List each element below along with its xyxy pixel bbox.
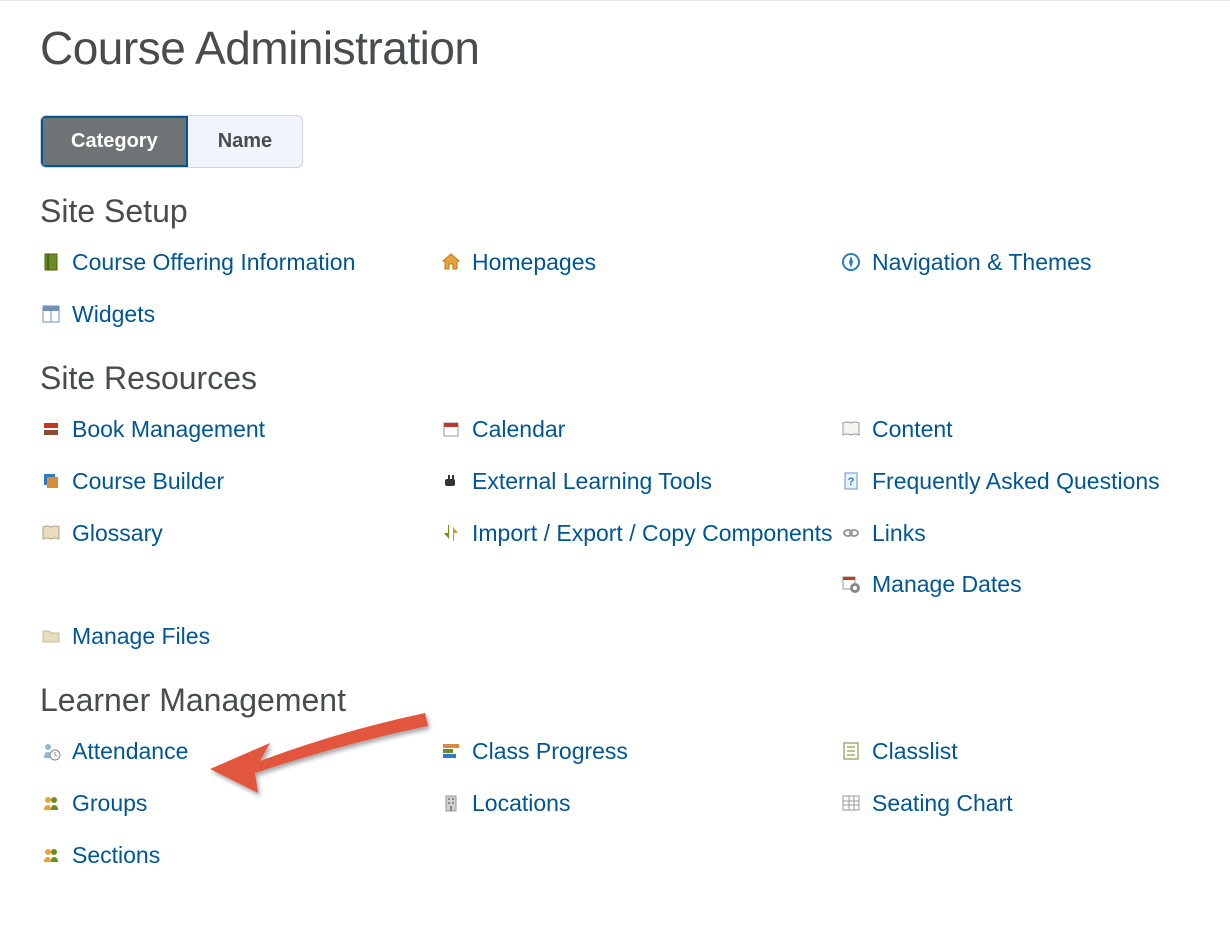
link-external-learning-tools[interactable]: External Learning Tools	[440, 467, 840, 497]
tool-label: External Learning Tools	[472, 467, 712, 497]
home-orange-icon	[440, 251, 462, 273]
tool-label: Import / Export / Copy Components	[472, 519, 833, 549]
list-green-icon	[840, 740, 862, 762]
tool-label: Course Offering Information	[72, 248, 355, 278]
link-homepages[interactable]: Homepages	[440, 248, 840, 278]
building-gray-icon	[440, 792, 462, 814]
tool-label: Course Builder	[72, 467, 224, 497]
tool-label: Book Management	[72, 415, 265, 445]
grid-blue-icon	[40, 303, 62, 325]
section-site-setup: Site Setup Course Offering Information H…	[40, 193, 1190, 330]
link-seating-chart[interactable]: Seating Chart	[840, 789, 1200, 819]
calendar-red-icon	[440, 418, 462, 440]
open-book-tan-icon	[40, 522, 62, 544]
tool-label: Frequently Asked Questions	[872, 467, 1160, 497]
link-import-export-copy[interactable]: Import / Export / Copy Components	[440, 519, 840, 549]
compass-blue-icon	[840, 251, 862, 273]
tool-label: Seating Chart	[872, 789, 1013, 819]
open-book-icon	[840, 418, 862, 440]
link-course-builder[interactable]: Course Builder	[40, 467, 440, 497]
people-yellow-icon	[40, 844, 62, 866]
link-glossary[interactable]: Glossary	[40, 519, 440, 549]
plug-dark-icon	[440, 470, 462, 492]
link-attendance[interactable]: Attendance	[40, 737, 440, 767]
link-class-progress[interactable]: Class Progress	[440, 737, 840, 767]
stack-blue-icon	[40, 470, 62, 492]
person-clock-icon	[40, 740, 62, 762]
section-title-site-resources: Site Resources	[40, 360, 1190, 397]
tool-label: Content	[872, 415, 953, 445]
tool-label: Groups	[72, 789, 147, 819]
course-admin-page: Course Administration Category Name Site…	[0, 0, 1230, 941]
seating-grid-icon	[840, 792, 862, 814]
svg-text:?: ?	[848, 476, 855, 488]
tool-label: Glossary	[72, 519, 163, 549]
link-links[interactable]: Links	[840, 519, 1200, 549]
bars-colored-icon	[440, 740, 462, 762]
arrows-green-icon	[440, 522, 462, 544]
tool-label: Classlist	[872, 737, 958, 767]
link-navigation-themes[interactable]: Navigation & Themes	[840, 248, 1200, 278]
tool-label: Class Progress	[472, 737, 628, 767]
section-title-learner-management: Learner Management	[40, 682, 1190, 719]
tool-label: Calendar	[472, 415, 565, 445]
view-toggle-tabs: Category Name	[40, 115, 303, 168]
page-title: Course Administration	[40, 21, 1190, 75]
tool-label: Attendance	[72, 737, 188, 767]
calendar-gear-icon	[840, 573, 862, 595]
books-red-icon	[40, 418, 62, 440]
tab-category[interactable]: Category	[41, 116, 188, 167]
section-site-resources: Site Resources Book Management Calendar …	[40, 360, 1190, 652]
link-content[interactable]: Content	[840, 415, 1200, 445]
link-manage-files[interactable]: Manage Files	[40, 622, 440, 652]
chain-gray-icon	[840, 522, 862, 544]
link-sections[interactable]: Sections	[40, 841, 440, 871]
link-manage-dates[interactable]: Manage Dates	[840, 570, 1200, 600]
link-faq[interactable]: ? Frequently Asked Questions	[840, 467, 1200, 497]
tool-label: Homepages	[472, 248, 596, 278]
link-book-management[interactable]: Book Management	[40, 415, 440, 445]
people-yellow-icon	[40, 792, 62, 814]
link-calendar[interactable]: Calendar	[440, 415, 840, 445]
tool-label: Locations	[472, 789, 570, 819]
section-title-site-setup: Site Setup	[40, 193, 1190, 230]
tab-name[interactable]: Name	[188, 116, 302, 167]
link-widgets[interactable]: Widgets	[40, 300, 440, 330]
section-learner-management: Learner Management Attendance Class Prog…	[40, 682, 1190, 871]
link-locations[interactable]: Locations	[440, 789, 840, 819]
link-course-offering-information[interactable]: Course Offering Information	[40, 248, 440, 278]
book-green-icon	[40, 251, 62, 273]
page-question-icon: ?	[840, 470, 862, 492]
link-classlist[interactable]: Classlist	[840, 737, 1200, 767]
tool-label: Manage Files	[72, 622, 210, 652]
folder-tan-icon	[40, 625, 62, 647]
tool-label: Navigation & Themes	[872, 248, 1091, 278]
tool-label: Widgets	[72, 300, 155, 330]
tool-label: Sections	[72, 841, 160, 871]
link-groups[interactable]: Groups	[40, 789, 440, 819]
tool-label: Manage Dates	[872, 570, 1022, 600]
tool-label: Links	[872, 519, 926, 549]
